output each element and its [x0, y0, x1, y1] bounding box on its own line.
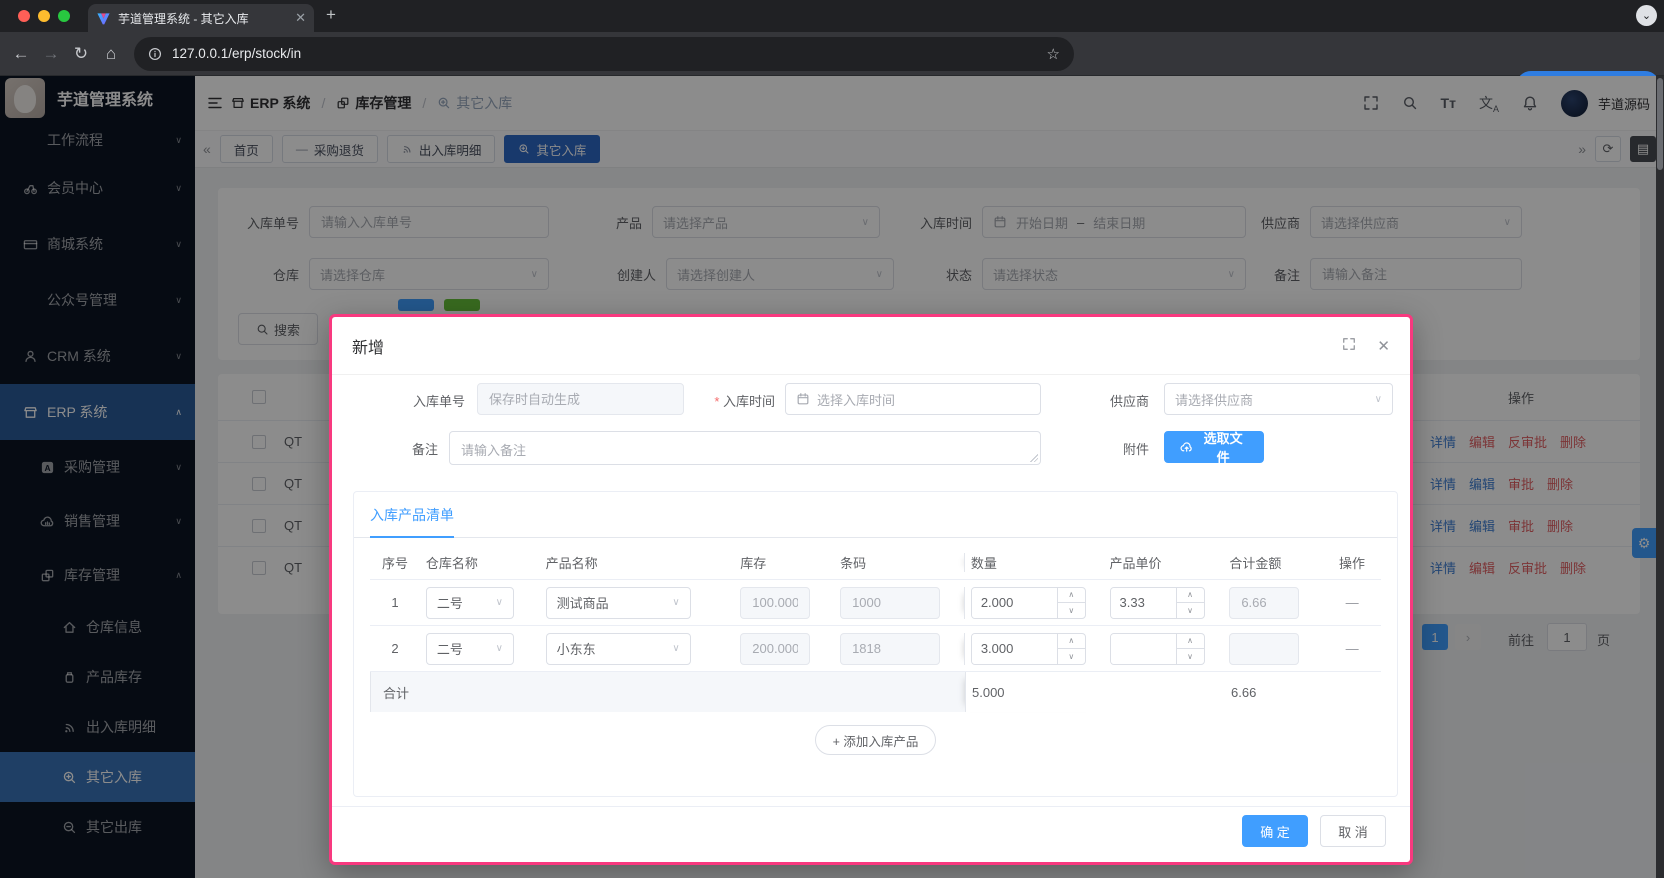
modal-titlebar: 新增 ✕ — [332, 317, 1410, 375]
product-select[interactable]: 小东东∨ — [546, 633, 691, 665]
modal-supplier-select[interactable]: 请选择供应商 ∨ — [1164, 383, 1393, 415]
site-info-icon[interactable] — [148, 47, 162, 61]
modal-order-no-input — [477, 383, 684, 415]
new-tab-button[interactable]: + — [326, 5, 336, 25]
address-bar[interactable]: 127.0.0.1/erp/stock/in ☆ — [134, 37, 1074, 71]
step-down-icon[interactable]: ∨ — [1177, 603, 1204, 618]
reload-icon[interactable]: ↻ — [66, 44, 96, 64]
browser-tab[interactable]: 芋道管理系统 - 其它入库 ✕ — [88, 4, 314, 32]
summary-qty: 5.000 — [965, 672, 1105, 712]
step-down-icon[interactable]: ∨ — [1177, 649, 1204, 664]
tab-search-button[interactable]: ⌄ — [1636, 5, 1657, 26]
bookmark-star-icon[interactable]: ☆ — [1047, 45, 1060, 63]
warehouse-select[interactable]: 二号∨ — [426, 633, 514, 665]
tab-close-icon[interactable]: ✕ — [295, 10, 306, 26]
upload-cloud-icon — [1180, 440, 1193, 454]
modal-attachment-label: 附件 — [1059, 439, 1149, 458]
chevron-down-icon: ∨ — [672, 597, 679, 608]
amount-input — [1229, 587, 1299, 619]
modal-in-time-picker[interactable]: 选择入库时间 — [785, 383, 1041, 415]
step-down-icon[interactable]: ∨ — [1058, 603, 1085, 618]
modal-supplier-label: 供应商 — [1059, 391, 1149, 410]
product-select[interactable]: 测试商品∨ — [546, 587, 691, 619]
modal-footer: 确 定 取 消 — [332, 806, 1410, 847]
step-up-icon[interactable]: ∧ — [1058, 588, 1085, 604]
add-stock-in-modal: 新增 ✕ 入库单号 入库时间 选择入库时间 供应商 请选择供应商 ∨ 备注 — [329, 314, 1413, 865]
screen: 芋道管理系统 - 其它入库 ✕ + ⌄ ← → ↻ ⌂ 127.0.0.1/er… — [0, 0, 1664, 878]
modal-remark-textarea[interactable]: 请输入备注 — [449, 431, 1041, 465]
summary-label: 合计 — [370, 672, 965, 712]
forward-icon[interactable]: → — [36, 44, 66, 64]
traffic-minimize-button[interactable] — [38, 10, 50, 22]
url-text[interactable]: 127.0.0.1/erp/stock/in — [172, 46, 1037, 61]
step-up-icon[interactable]: ∧ — [1177, 588, 1204, 604]
step-down-icon[interactable]: ∨ — [1058, 649, 1085, 664]
product-row: 2 二号∨ 小东东∨ ∧∨ ∧∨ — [370, 626, 1381, 672]
tab-product-list[interactable]: 入库产品清单 — [370, 505, 454, 537]
app-viewport: 芋道管理系统 工作流程∨ 会员中心∨ 商城系统∨ 公众号管理∨ — [0, 76, 1664, 878]
browser-tab-title: 芋道管理系统 - 其它入库 — [118, 10, 288, 27]
chevron-down-icon: ∨ — [496, 643, 503, 654]
qty-stepper[interactable]: ∧∨ — [971, 587, 1086, 619]
calendar-icon — [796, 392, 810, 406]
product-tabs: 入库产品清单 — [354, 492, 1397, 538]
browser-scrollbar[interactable] — [1656, 76, 1664, 878]
price-stepper[interactable]: ∧∨ — [1110, 587, 1205, 619]
barcode-input — [840, 587, 940, 619]
stock-input — [740, 633, 810, 665]
amount-input — [1229, 633, 1299, 665]
product-row: 1 二号∨ 测试商品∨ ∧∨ ∧∨ — [370, 580, 1381, 626]
add-product-button[interactable]: + 添加入库产品 — [815, 725, 937, 755]
chevron-down-icon: ∨ — [496, 597, 503, 608]
back-icon[interactable]: ← — [6, 44, 36, 64]
modal-fullscreen-icon[interactable] — [1342, 337, 1356, 355]
summary-row: 合计 5.000 6.66 — [370, 672, 1381, 712]
modal-remark-label: 备注 — [352, 439, 438, 458]
barcode-input — [840, 633, 940, 665]
product-table-header: 序号 仓库名称 产品名称 库存 条码 数量 产品单价 合计金额 操作 — [370, 546, 1381, 580]
chevron-down-icon: ∨ — [672, 643, 679, 654]
modal-close-icon[interactable]: ✕ — [1377, 337, 1390, 355]
cancel-button[interactable]: 取 消 — [1320, 815, 1386, 847]
product-table: 序号 仓库名称 产品名称 库存 条码 数量 产品单价 合计金额 操作 1 二号∨ — [370, 546, 1381, 755]
stock-input — [740, 587, 810, 619]
select-file-button[interactable]: 选取文件 — [1164, 431, 1264, 463]
summary-amount: 6.66 — [1225, 685, 1325, 700]
chevron-down-icon: ∨ — [1375, 394, 1382, 405]
confirm-button[interactable]: 确 定 — [1242, 815, 1308, 847]
browser-tabstrip: 芋道管理系统 - 其它入库 ✕ + ⌄ — [0, 0, 1664, 32]
warehouse-select[interactable]: 二号∨ — [426, 587, 514, 619]
scrollbar-thumb[interactable] — [1657, 78, 1663, 170]
modal-order-no-label: 入库单号 — [352, 391, 465, 410]
product-list-card: 入库产品清单 序号 仓库名称 产品名称 库存 条码 数量 产品单价 合计金额 操… — [353, 491, 1398, 797]
favicon — [96, 11, 111, 26]
qty-stepper[interactable]: ∧∨ — [971, 633, 1086, 665]
price-stepper[interactable]: ∧∨ — [1110, 633, 1205, 665]
home-icon[interactable]: ⌂ — [96, 44, 126, 64]
browser-toolbar: ← → ↻ ⌂ 127.0.0.1/erp/stock/in ☆ 6 ◆ ● ✶… — [0, 32, 1664, 76]
traffic-zoom-button[interactable] — [58, 10, 70, 22]
step-up-icon[interactable]: ∧ — [1177, 634, 1204, 650]
modal-title: 新增 — [352, 334, 384, 358]
step-up-icon[interactable]: ∧ — [1058, 634, 1085, 650]
modal-in-time-label: 入库时间 — [685, 391, 775, 410]
traffic-close-button[interactable] — [18, 10, 30, 22]
